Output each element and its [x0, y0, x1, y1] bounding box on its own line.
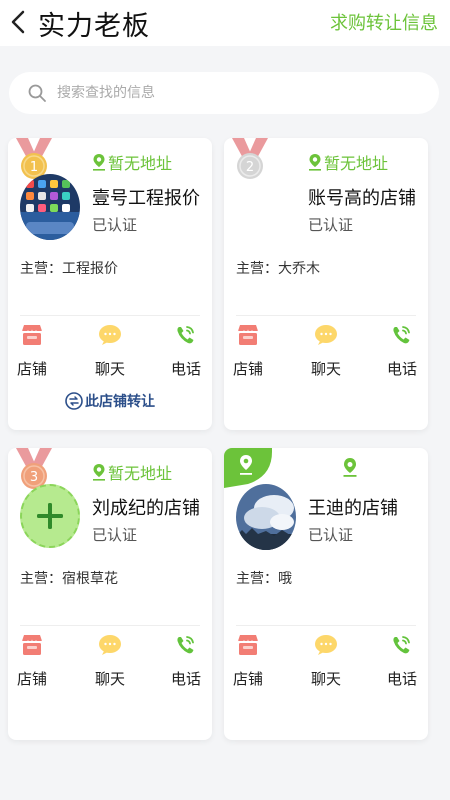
buy-transfer-info-link[interactable]: 求购转让信息 — [330, 9, 438, 35]
location-pin-icon — [93, 464, 105, 481]
phone-button[interactable]: 电话 — [158, 324, 212, 379]
shop-card[interactable]: 3 暂无地址 刘成纪的店铺 已认证 主营：宿根草花 店铺 聊天 电话 — [8, 448, 212, 740]
shop-avatar[interactable] — [20, 174, 80, 240]
phone-label: 电话 — [170, 360, 201, 378]
shop-name[interactable]: 账号高的店铺 — [308, 184, 416, 210]
phone-button[interactable]: 电话 — [374, 324, 428, 379]
storefront-icon — [237, 635, 259, 655]
shop-button[interactable]: 店铺 — [224, 634, 276, 689]
location-pin-icon — [309, 154, 321, 171]
chat-label: 聊天 — [310, 670, 341, 688]
shop-label: 店铺 — [232, 670, 263, 688]
address-text: 暂无地址 — [108, 154, 173, 173]
shop-avatar[interactable] — [236, 484, 296, 550]
verified-status: 已认证 — [308, 526, 354, 544]
shop-button[interactable]: 店铺 — [224, 324, 276, 379]
phone-label: 电话 — [386, 670, 417, 688]
page-title: 实力老板 — [38, 11, 150, 42]
chat-label: 聊天 — [94, 360, 125, 378]
search-input[interactable] — [57, 72, 417, 114]
shop-name[interactable]: 壹号工程报价 — [92, 184, 200, 210]
shop-label: 店铺 — [16, 360, 47, 378]
chat-label: 聊天 — [310, 360, 341, 378]
transfer-text: 此店铺转让 — [85, 394, 155, 410]
phone-label: 电话 — [170, 670, 201, 688]
top-bar: 实力老板 求购转让信息 — [0, 0, 450, 46]
divider — [20, 315, 200, 316]
silver-medal-icon: 2 — [232, 138, 268, 179]
search-icon — [28, 84, 46, 102]
location-pin-icon — [93, 154, 105, 171]
chat-button[interactable]: 聊天 — [298, 324, 354, 379]
phone-button[interactable]: 电话 — [374, 634, 428, 689]
chat-bubble-icon — [315, 325, 337, 345]
transfer-icon — [65, 392, 83, 410]
divider — [20, 625, 200, 626]
storefront-icon — [21, 635, 43, 655]
storefront-icon — [237, 325, 259, 345]
phone-icon — [393, 326, 410, 344]
main-business: 主营：工程报价 — [20, 261, 118, 277]
add-avatar-placeholder[interactable] — [20, 484, 80, 548]
chat-button[interactable]: 聊天 — [82, 324, 138, 379]
phone-icon — [393, 636, 410, 654]
address-text: 暂无地址 — [324, 154, 389, 173]
verified-status: 已认证 — [92, 216, 138, 234]
main-business: 主营：宿根草花 — [20, 571, 118, 587]
phone-homescreen-image — [20, 174, 80, 240]
verified-status: 已认证 — [92, 526, 138, 544]
shop-name[interactable]: 刘成纪的店铺 — [92, 494, 200, 520]
shop-name[interactable]: 王迪的店铺 — [308, 494, 398, 520]
chat-button[interactable]: 聊天 — [298, 634, 354, 689]
chat-button[interactable]: 聊天 — [82, 634, 138, 689]
rank-number: 1 — [30, 160, 38, 175]
location-corner-badge-icon — [224, 448, 272, 488]
address-text: 暂无地址 — [108, 464, 173, 483]
shop-card[interactable]: 2 暂无地址 账号高的店铺 已认证 主营：大乔木 店铺 聊天 电话 — [224, 138, 428, 430]
shop-label: 店铺 — [232, 360, 263, 378]
rank-number: 2 — [246, 160, 254, 175]
divider — [236, 625, 416, 626]
phone-icon — [177, 636, 194, 654]
back-arrow-icon[interactable] — [4, 6, 34, 38]
plus-icon — [37, 503, 63, 529]
chat-bubble-icon — [99, 635, 121, 655]
search-bar[interactable] — [9, 72, 439, 114]
phone-label: 电话 — [386, 360, 417, 378]
shop-card[interactable]: 王迪的店铺 已认证 主营：哦 店铺 聊天 电话 — [224, 448, 428, 740]
shop-transfer-link[interactable]: 此店铺转让 — [8, 391, 212, 411]
storefront-icon — [21, 325, 43, 345]
shop-label: 店铺 — [16, 670, 47, 688]
shop-button[interactable]: 店铺 — [8, 324, 60, 379]
address: 暂无地址 — [92, 150, 172, 174]
sky-clouds-image — [236, 484, 296, 550]
address: 暂无地址 — [308, 150, 388, 174]
chat-bubble-icon — [99, 325, 121, 345]
main-business: 主营：大乔木 — [236, 261, 320, 277]
shop-button[interactable]: 店铺 — [8, 634, 60, 689]
phone-button[interactable]: 电话 — [158, 634, 212, 689]
address: 暂无地址 — [92, 460, 172, 484]
divider — [236, 315, 416, 316]
main-business: 主营：哦 — [236, 571, 292, 587]
shop-card[interactable]: 1 暂无地址 壹号工程报价 已认证 主营：工程报价 店铺 聊天 电话 此店铺转让 — [8, 138, 212, 430]
location-pin-icon — [343, 458, 357, 477]
chat-label: 聊天 — [94, 670, 125, 688]
chat-bubble-icon — [315, 635, 337, 655]
phone-icon — [177, 326, 194, 344]
rank-number: 3 — [30, 470, 38, 485]
verified-status: 已认证 — [308, 216, 354, 234]
